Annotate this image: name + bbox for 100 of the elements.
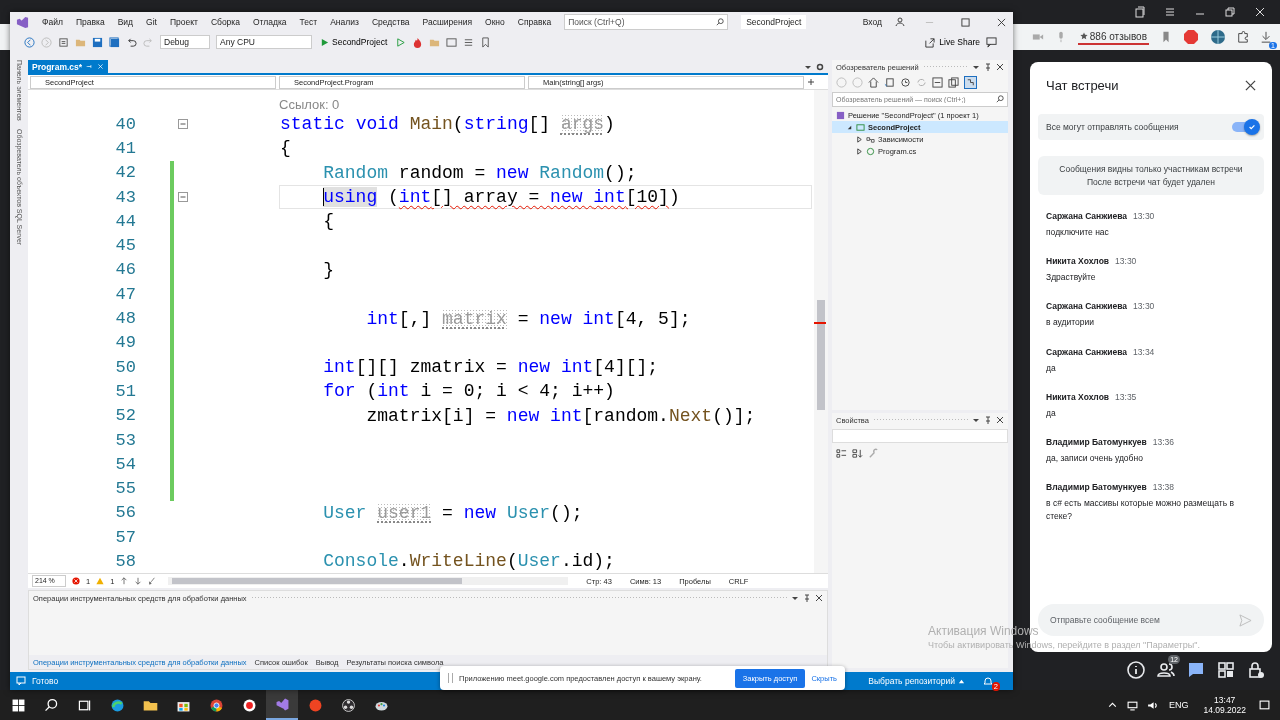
- close-icon[interactable]: [1245, 79, 1256, 91]
- configuration-dropdown[interactable]: Debug: [160, 35, 210, 49]
- puzzle-icon[interactable]: [1237, 31, 1249, 43]
- clock-date[interactable]: 14.09.2022: [1203, 705, 1246, 715]
- network-icon[interactable]: [1126, 699, 1138, 711]
- menu-item[interactable]: Правка: [75, 17, 105, 27]
- status-text: Готово: [32, 676, 59, 686]
- menu-item[interactable]: Git: [146, 17, 157, 27]
- bookmark-icon[interactable]: [480, 36, 492, 48]
- platform-dropdown[interactable]: Any CPU: [216, 35, 312, 49]
- document-tab[interactable]: Program.cs*: [28, 60, 109, 73]
- pin-icon[interactable]: [803, 594, 811, 602]
- menu-item[interactable]: Тест: [299, 17, 318, 27]
- repository-button[interactable]: Выбрать репозиторий: [868, 676, 965, 686]
- code-line: {: [280, 138, 291, 159]
- line-number: 42: [114, 163, 136, 183]
- menu-item[interactable]: Справка: [517, 17, 552, 27]
- line-number: 52: [114, 406, 136, 426]
- categorized-icon[interactable]: [836, 447, 847, 459]
- diagram-icon[interactable]: [964, 75, 977, 89]
- brush-icon[interactable]: [148, 577, 157, 585]
- ribbon-icon[interactable]: [266, 690, 298, 720]
- close-icon[interactable]: [997, 17, 1006, 27]
- menu-item[interactable]: Файл: [42, 17, 63, 27]
- rating-badge[interactable]: 886 отзывов: [1077, 29, 1149, 45]
- line-number: 49: [114, 333, 136, 353]
- menu-item[interactable]: Проект: [169, 17, 198, 27]
- caret-icon[interactable]: [791, 594, 799, 602]
- arrow-down-icon[interactable]: [134, 577, 143, 585]
- live-share-button[interactable]: Live Share: [924, 36, 980, 48]
- code-line: Random random = new Random();: [322, 162, 637, 183]
- menu-item[interactable]: Окно: [485, 17, 505, 27]
- collapse-icon[interactable]: [178, 191, 188, 202]
- error-icon[interactable]: [72, 577, 80, 585]
- close-icon[interactable]: [815, 594, 823, 602]
- download-icon[interactable]: [1260, 31, 1272, 43]
- play-outline-icon[interactable]: [395, 36, 407, 48]
- language-indicator[interactable]: ENG: [1168, 700, 1189, 710]
- line-number: 54: [114, 454, 136, 474]
- tabs-icon[interactable]: [1134, 6, 1146, 18]
- person-icon[interactable]: [895, 17, 905, 27]
- notification-icon[interactable]: [1259, 699, 1270, 711]
- pin-icon[interactable]: [86, 63, 94, 70]
- save-icon[interactable]: [92, 36, 103, 48]
- info-icon[interactable]: [1126, 660, 1146, 680]
- back-icon[interactable]: [24, 36, 35, 48]
- home-icon[interactable]: [868, 76, 879, 88]
- run-button[interactable]: SecondProject: [318, 37, 390, 47]
- bell-icon[interactable]: [983, 676, 993, 686]
- flame-icon[interactable]: [412, 36, 424, 48]
- caret-icon[interactable]: [972, 416, 980, 424]
- grid-icon[interactable]: [1216, 660, 1236, 680]
- reference-count[interactable]: Ссылок: 0: [279, 97, 340, 112]
- copy-icon[interactable]: [948, 76, 959, 88]
- menu-item[interactable]: Расширения: [422, 17, 472, 27]
- line-number: 50: [114, 357, 136, 377]
- add-icon[interactable]: [807, 78, 815, 86]
- feedback-icon[interactable]: [986, 36, 997, 48]
- sync-icon[interactable]: [884, 76, 895, 88]
- sort-icon[interactable]: [852, 447, 863, 459]
- clock-time[interactable]: 13:47: [1214, 695, 1236, 705]
- message-text: да: [1046, 361, 1057, 375]
- scrollbar[interactable]: [814, 90, 828, 573]
- lock-icon[interactable]: [1246, 660, 1266, 680]
- search-field[interactable]: Поиск (Ctrl+Q): [564, 14, 729, 30]
- close-icon[interactable]: [996, 416, 1004, 424]
- message-input[interactable]: Отправьте сообщение всем: [1038, 604, 1264, 636]
- chat-icon[interactable]: [1186, 660, 1206, 680]
- speaker-icon[interactable]: [1146, 699, 1158, 711]
- save-all-icon[interactable]: [109, 36, 120, 48]
- collapse-all-icon[interactable]: [932, 76, 943, 88]
- menu-item[interactable]: Вид: [117, 17, 133, 27]
- stop-sign-icon[interactable]: [1183, 29, 1199, 45]
- play-icon: [320, 37, 329, 47]
- pin-icon[interactable]: [984, 63, 992, 71]
- scrollbar[interactable]: [168, 577, 569, 585]
- menu-icon[interactable]: [1164, 6, 1176, 18]
- window-icon[interactable]: [446, 36, 458, 48]
- list-icon[interactable]: [463, 36, 475, 48]
- star-icon: [1079, 32, 1088, 40]
- bookmark-icon[interactable]: [1160, 31, 1172, 43]
- collapse-icon[interactable]: [178, 119, 188, 129]
- undo-icon[interactable]: [126, 36, 137, 48]
- menu-item[interactable]: Отладка: [253, 17, 287, 27]
- restore-icon[interactable]: [1224, 6, 1236, 18]
- history-icon[interactable]: [900, 76, 911, 88]
- drag-handle[interactable]: [448, 673, 453, 683]
- menu-item[interactable]: Анализ: [330, 17, 359, 27]
- pin-icon[interactable]: [984, 416, 992, 424]
- globe-icon[interactable]: [1210, 29, 1226, 45]
- caret-icon[interactable]: [972, 63, 980, 71]
- new-item-icon[interactable]: [58, 36, 69, 48]
- settings-icon[interactable]: [816, 62, 824, 71]
- menu-item[interactable]: Средства: [371, 17, 410, 27]
- close-icon[interactable]: [996, 63, 1004, 71]
- people-icon[interactable]: [1156, 660, 1176, 680]
- maximize-icon[interactable]: [961, 17, 970, 27]
- arrow-up-icon[interactable]: [120, 577, 129, 585]
- menu-item[interactable]: Сборка: [210, 17, 240, 27]
- sign-in-link[interactable]: Вход: [862, 17, 882, 27]
